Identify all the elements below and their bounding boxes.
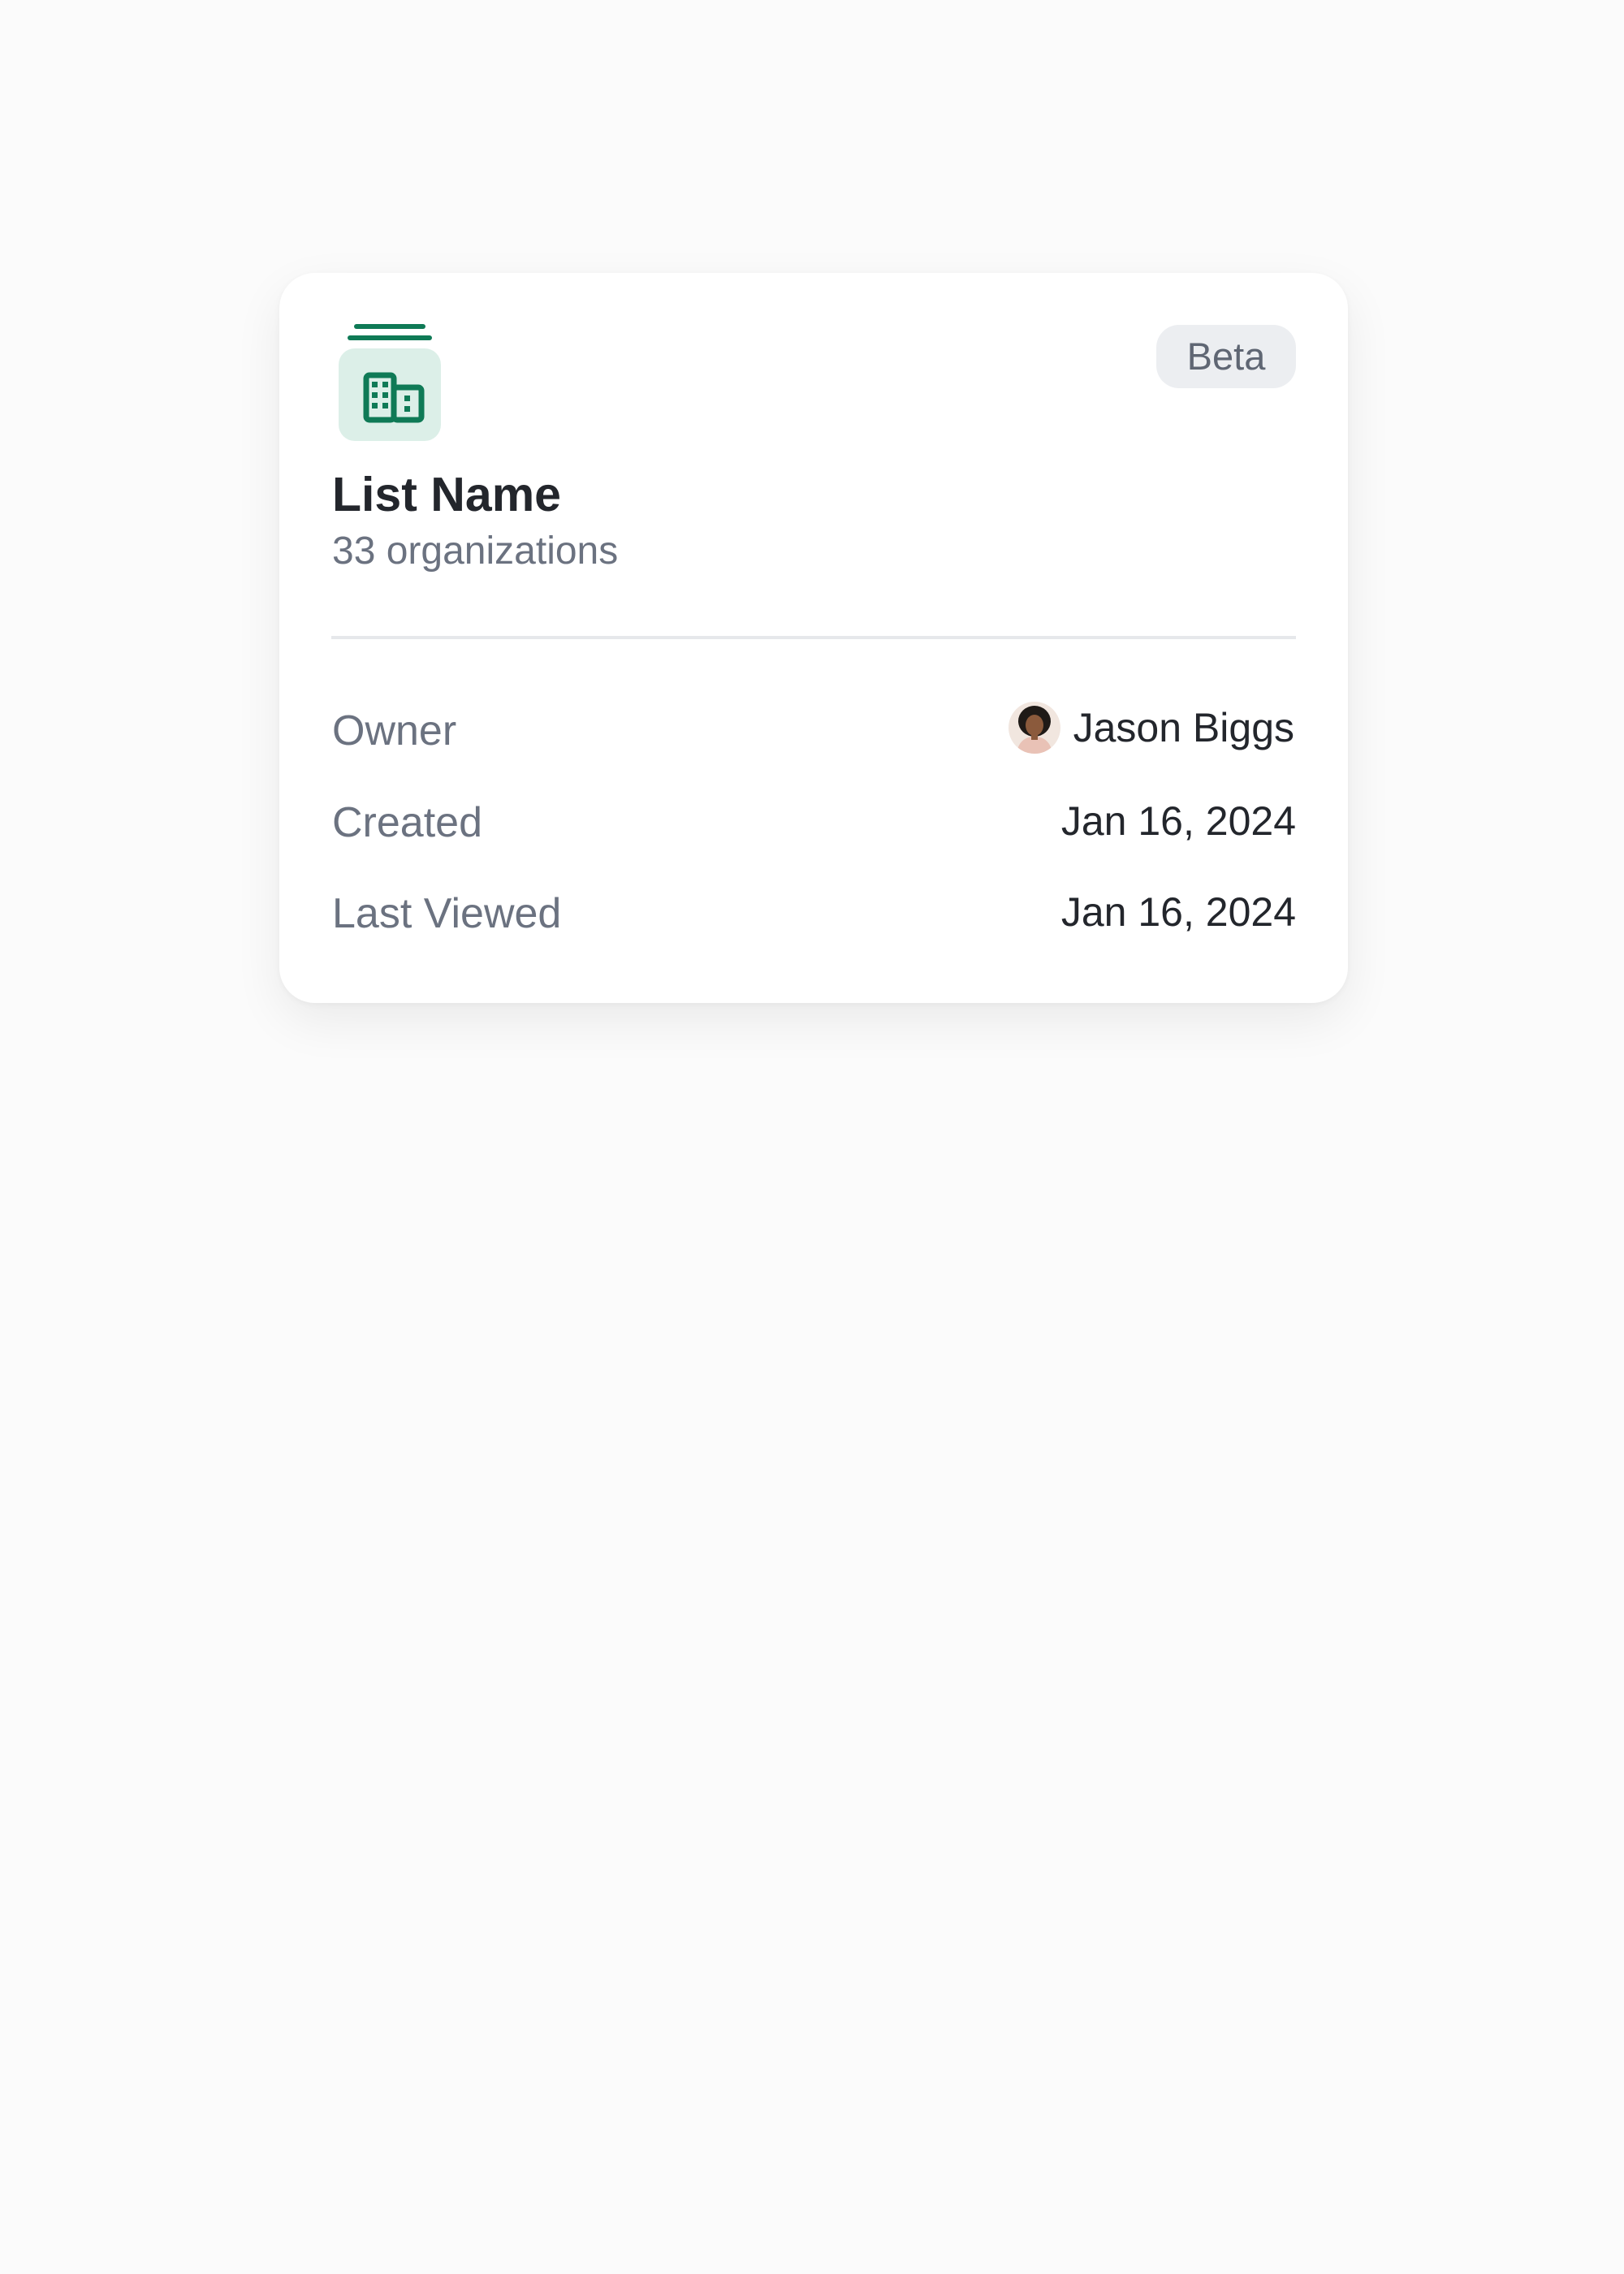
beta-badge: Beta (1156, 325, 1296, 388)
created-value: Jan 16, 2024 (1060, 798, 1296, 844)
owner-label: Owner (332, 707, 457, 754)
list-title: List Name (332, 468, 561, 521)
owner-value[interactable]: Jason Biggs (1008, 702, 1294, 754)
last-viewed-label: Last Viewed (332, 890, 562, 937)
last-viewed-value: Jan 16, 2024 (1060, 889, 1296, 935)
divider (331, 636, 1296, 639)
created-label: Created (332, 799, 482, 846)
avatar (1008, 702, 1060, 754)
building-list-icon (339, 324, 441, 441)
list-subtitle: 33 organizations (332, 530, 619, 573)
list-card[interactable]: Beta List Name 33 organizations Owner Ja… (279, 273, 1348, 1003)
owner-name: Jason Biggs (1073, 705, 1294, 750)
